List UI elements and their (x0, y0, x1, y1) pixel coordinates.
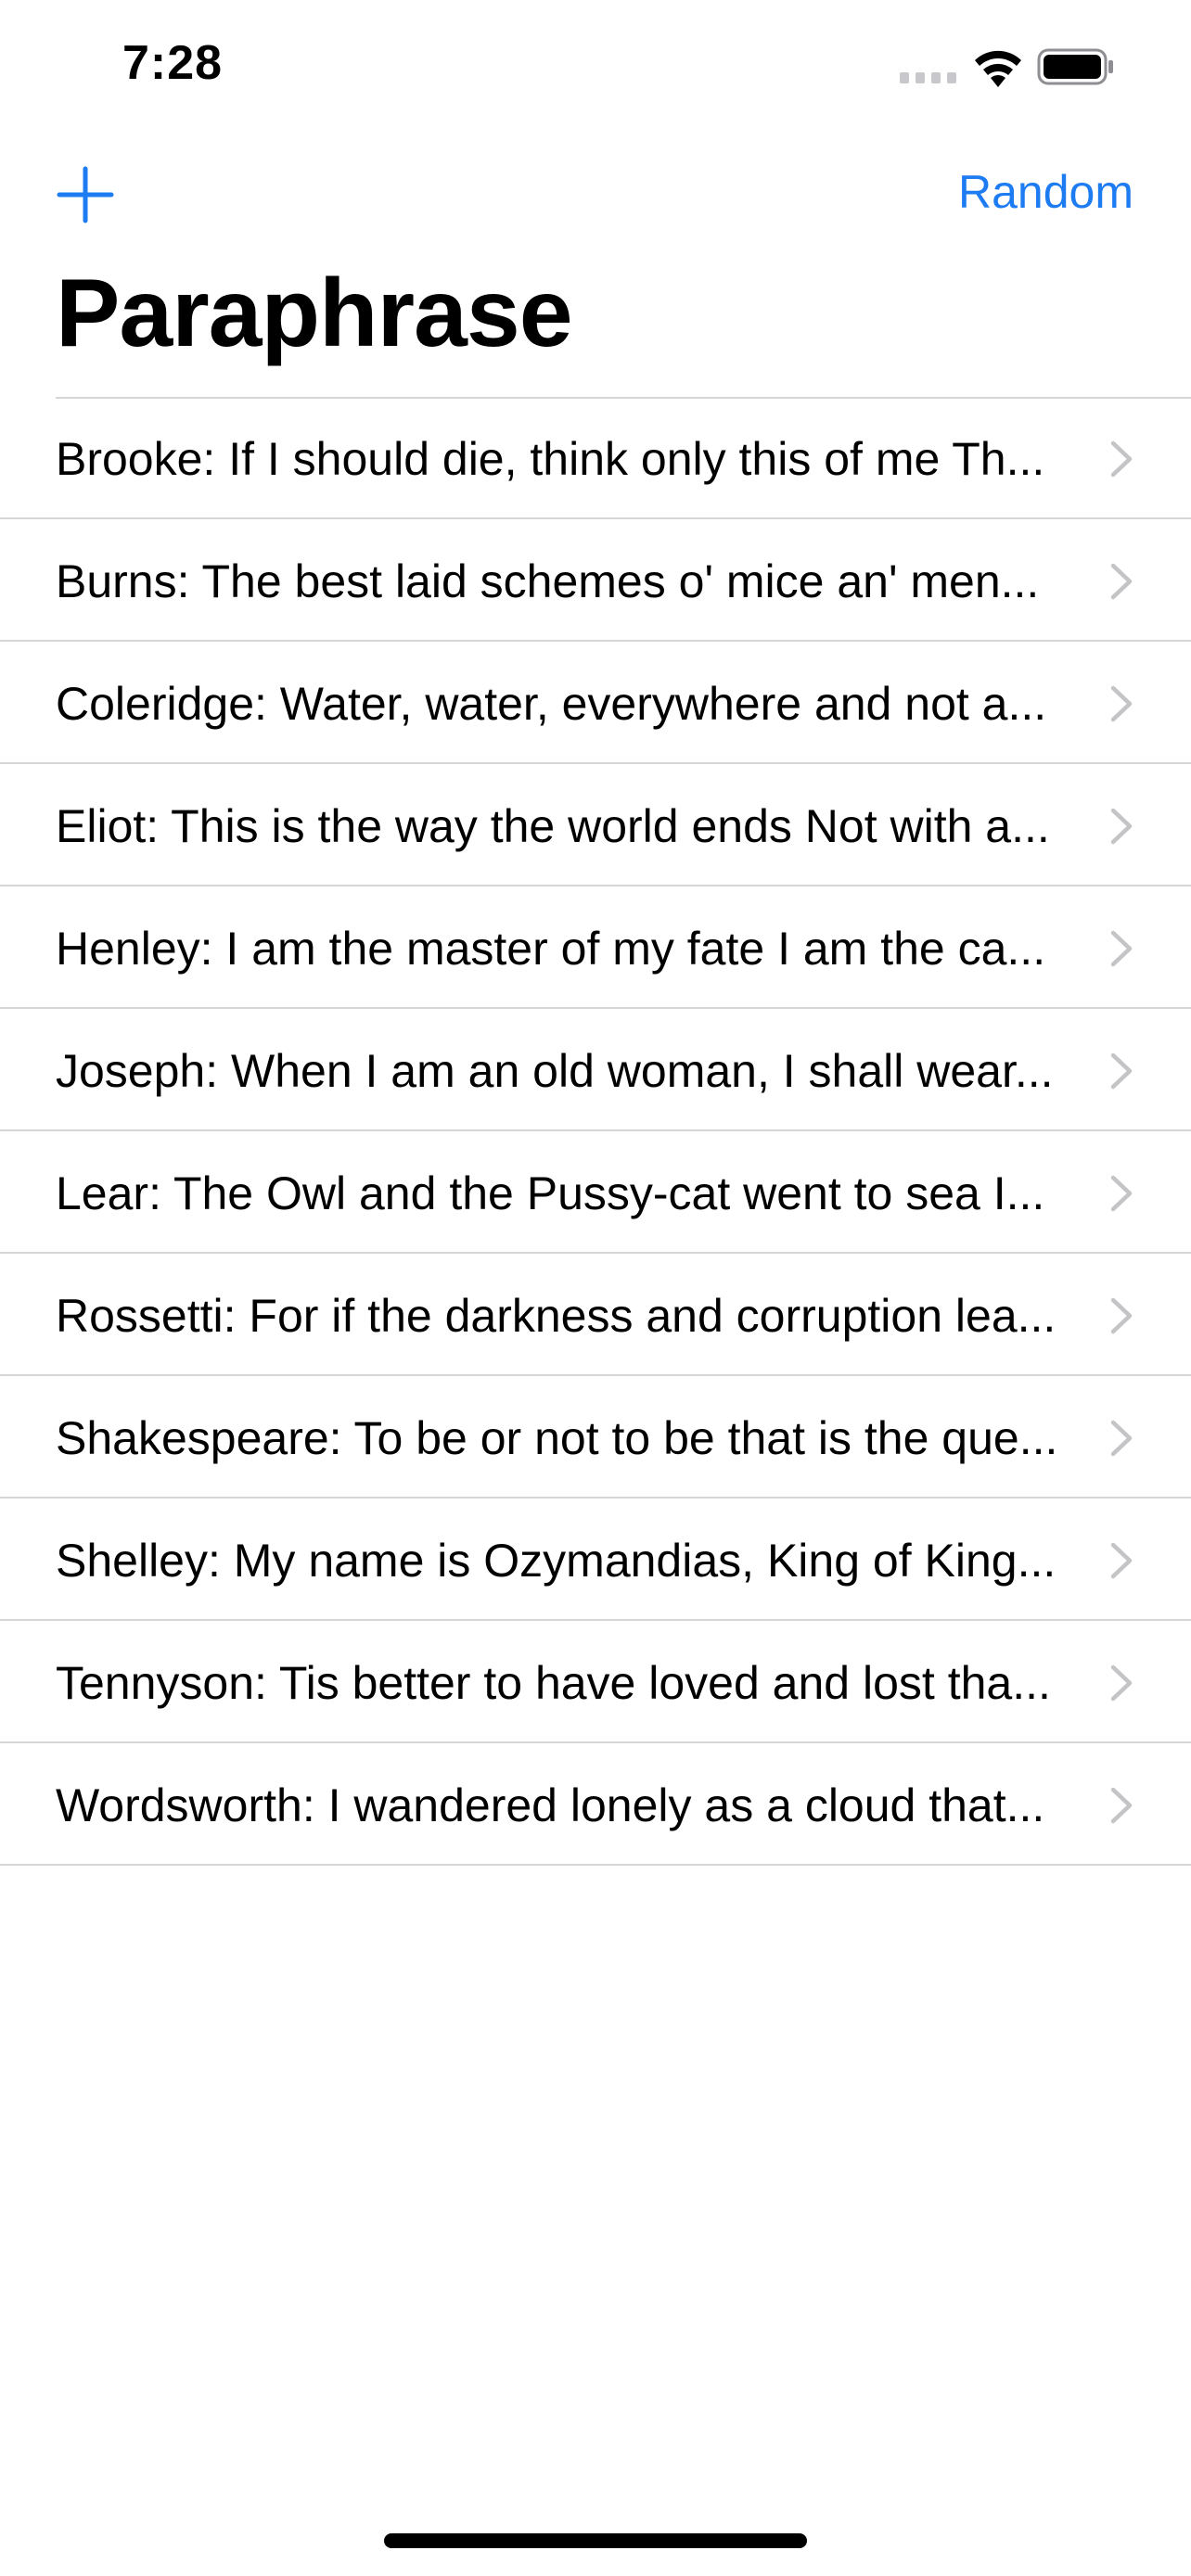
battery-icon (1037, 48, 1113, 85)
list-item-label: Lear: The Owl and the Pussy-cat went to … (56, 1167, 1045, 1219)
list-item[interactable]: Lear: The Owl and the Pussy-cat went to … (0, 1131, 1191, 1254)
list-item-label: Joseph: When I am an old woman, I shall … (56, 1045, 1054, 1097)
status-bar: 7:28 (0, 0, 1191, 130)
list-item-label: Tennyson: Tis better to have loved and l… (56, 1657, 1051, 1709)
list-item[interactable]: Shelley: My name is Ozymandias, King of … (0, 1498, 1191, 1621)
chevron-right-icon (1110, 440, 1133, 478)
list-item-label: Henley: I am the master of my fate I am … (56, 923, 1046, 975)
wifi-icon (975, 50, 1021, 87)
add-button[interactable] (52, 161, 119, 228)
chevron-right-icon (1110, 1420, 1133, 1457)
list-item[interactable]: Brooke: If I should die, think only this… (0, 397, 1191, 519)
page-title: Paraphrase (56, 260, 573, 367)
list-item-label: Burns: The best laid schemes o' mice an'… (56, 555, 1040, 607)
plus-icon (57, 166, 114, 223)
list-item[interactable]: Henley: I am the master of my fate I am … (0, 886, 1191, 1009)
list-item[interactable]: Rossetti: For if the darkness and corrup… (0, 1254, 1191, 1376)
list-item-label: Coleridge: Water, water, everywhere and … (56, 678, 1047, 730)
list-item-label: Brooke: If I should die, think only this… (56, 433, 1045, 485)
chevron-right-icon (1110, 1542, 1133, 1579)
list-item[interactable]: Eliot: This is the way the world ends No… (0, 764, 1191, 886)
cellular-signal-icon (900, 72, 956, 83)
list-item[interactable]: Coleridge: Water, water, everywhere and … (0, 642, 1191, 764)
chevron-right-icon (1110, 1052, 1133, 1090)
random-button[interactable]: Random (958, 165, 1133, 219)
list-item-label: Eliot: This is the way the world ends No… (56, 800, 1050, 852)
chevron-right-icon (1110, 1664, 1133, 1702)
list-item[interactable]: Wordsworth: I wandered lonely as a cloud… (0, 1743, 1191, 1866)
chevron-right-icon (1110, 1787, 1133, 1824)
chevron-right-icon (1110, 930, 1133, 967)
home-indicator[interactable] (384, 2533, 807, 2548)
list-item-label: Shelley: My name is Ozymandias, King of … (56, 1535, 1057, 1587)
chevron-right-icon (1110, 685, 1133, 722)
chevron-right-icon (1110, 563, 1133, 600)
list-item-label: Wordsworth: I wandered lonely as a cloud… (56, 1779, 1045, 1831)
list-item-label: Rossetti: For if the darkness and corrup… (56, 1290, 1057, 1342)
status-time: 7:28 (122, 36, 224, 90)
list-item-label: Shakespeare: To be or not to be that is … (56, 1412, 1058, 1464)
list-item[interactable]: Tennyson: Tis better to have loved and l… (0, 1621, 1191, 1743)
list-item[interactable]: Burns: The best laid schemes o' mice an'… (0, 519, 1191, 642)
list-item[interactable]: Joseph: When I am an old woman, I shall … (0, 1009, 1191, 1131)
chevron-right-icon (1110, 1297, 1133, 1334)
chevron-right-icon (1110, 1175, 1133, 1212)
row-divider (0, 1864, 1191, 1866)
chevron-right-icon (1110, 808, 1133, 845)
list-item[interactable]: Shakespeare: To be or not to be that is … (0, 1376, 1191, 1498)
navigation-bar: Random (0, 148, 1191, 241)
